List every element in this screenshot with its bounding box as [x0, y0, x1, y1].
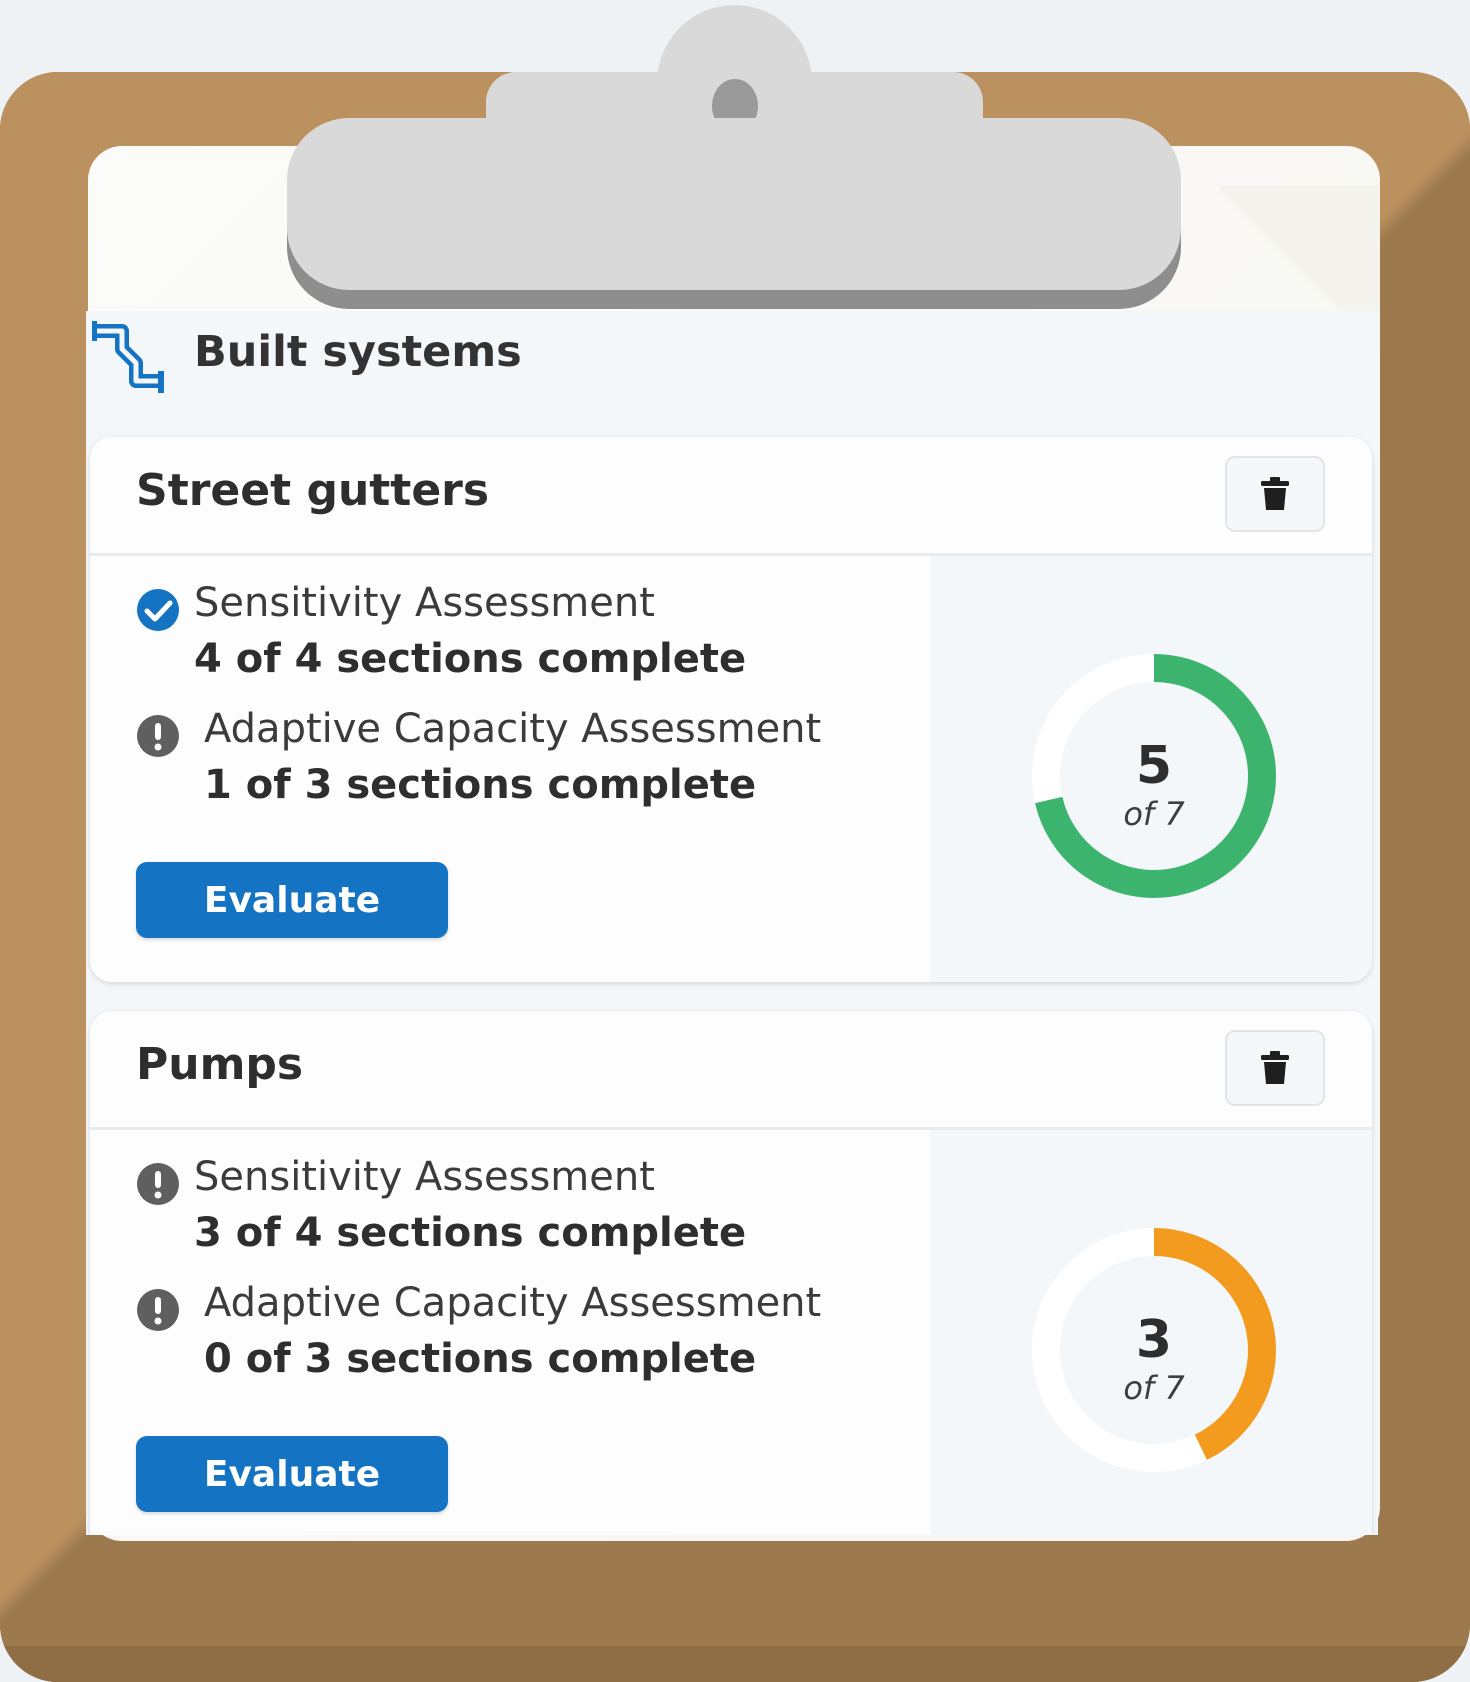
evaluate-button[interactable]: Evaluate	[136, 1436, 448, 1512]
card-title: Pumps	[136, 1039, 304, 1090]
built-systems-panel: Built systems Street gutters Sensitivity…	[86, 311, 1378, 1535]
assessment-name: Sensitivity Assessment	[194, 1154, 655, 1200]
progress-ring-panel: 5 of 7	[930, 556, 1372, 982]
assessment-name: Adaptive Capacity Assessment	[204, 706, 822, 752]
section-header: Built systems	[86, 311, 1378, 427]
card-header: Pumps	[90, 1011, 1372, 1130]
check-circle-icon	[137, 589, 179, 631]
assessment-progress: 1 of 3 sections complete	[204, 762, 757, 808]
system-card-street-gutters: Street gutters Sensitivity Assessment 4 …	[90, 437, 1372, 982]
assessment-progress: 0 of 3 sections complete	[204, 1336, 757, 1382]
assessment-progress: 3 of 4 sections complete	[194, 1210, 747, 1256]
evaluate-button[interactable]: Evaluate	[136, 862, 448, 938]
ring-total: of 7	[1123, 795, 1185, 833]
card-header: Street gutters	[90, 437, 1372, 556]
pipes-icon	[92, 321, 164, 393]
system-card-pumps: Pumps Sensitivity Assessment 3 of 4 sect…	[90, 1011, 1372, 1535]
card-title: Street gutters	[136, 465, 490, 516]
assessment-item-adaptive-capacity[interactable]: Adaptive Capacity Assessment 1 of 3 sect…	[136, 706, 926, 816]
progress-ring-panel: 3 of 7	[930, 1130, 1372, 1535]
exclamation-circle-icon	[137, 1163, 179, 1205]
ring-total: of 7	[1123, 1369, 1185, 1407]
clipboard-clip	[287, 118, 1181, 290]
assessment-name: Adaptive Capacity Assessment	[204, 1280, 822, 1326]
assessment-list: Sensitivity Assessment 3 of 4 sections c…	[90, 1130, 930, 1535]
assessment-item-adaptive-capacity[interactable]: Adaptive Capacity Assessment 0 of 3 sect…	[136, 1280, 926, 1390]
delete-button[interactable]	[1225, 1030, 1325, 1106]
assessment-name: Sensitivity Assessment	[194, 580, 655, 626]
assessment-list: Sensitivity Assessment 4 of 4 sections c…	[90, 556, 930, 982]
delete-button[interactable]	[1225, 456, 1325, 532]
assessment-progress: 4 of 4 sections complete	[194, 636, 747, 682]
trash-icon	[1261, 1051, 1289, 1084]
ring-value: 3	[1135, 1310, 1173, 1370]
assessment-item-sensitivity[interactable]: Sensitivity Assessment 3 of 4 sections c…	[136, 1154, 926, 1264]
section-title: Built systems	[194, 327, 522, 377]
exclamation-circle-icon	[137, 715, 179, 757]
exclamation-circle-icon	[137, 1289, 179, 1331]
trash-icon	[1261, 477, 1289, 510]
assessment-item-sensitivity[interactable]: Sensitivity Assessment 4 of 4 sections c…	[136, 580, 926, 690]
ring-value: 5	[1135, 736, 1173, 796]
